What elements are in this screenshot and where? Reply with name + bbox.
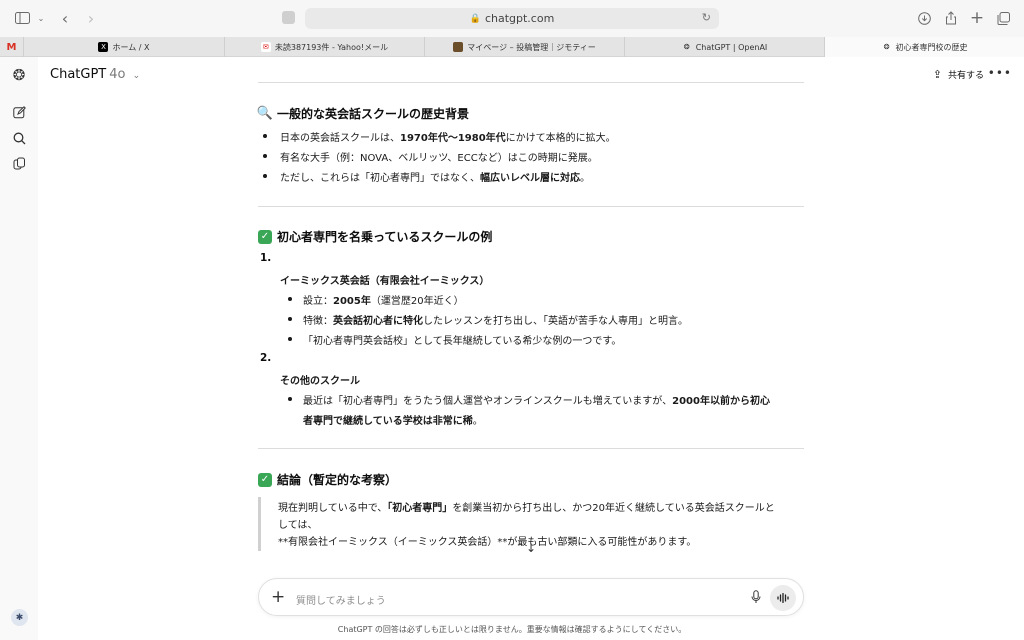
library-icon[interactable]	[10, 154, 28, 172]
openai-logo-icon[interactable]: ❂	[10, 66, 28, 84]
list-item: 設立：2005年（運営歴20年近く）	[303, 296, 464, 307]
check-emoji-icon: ✓	[258, 229, 272, 244]
bullet-dot	[288, 397, 292, 401]
heading-text: 結論（暫定的な考察）	[277, 473, 398, 487]
heading-text: 初心者専門を名乗っているスクールの例	[277, 230, 493, 244]
tab-label: 初心者専門校の歴史	[895, 42, 968, 52]
tab-label: 未読387193件 - Yahoo!メール	[274, 42, 389, 52]
new-chat-icon[interactable]	[10, 103, 28, 121]
more-options-icon[interactable]: •••	[988, 66, 1012, 80]
model-name: ChatGPT	[50, 67, 107, 82]
scroll-down-arrow-icon[interactable]: ↓	[523, 541, 539, 557]
bullet-dot	[288, 337, 292, 341]
bullet-dot	[263, 154, 267, 158]
magnifier-emoji-icon: 🔍	[256, 106, 274, 121]
left-sidebar: ❂	[0, 57, 38, 640]
lock-icon: 🔒	[469, 13, 481, 24]
plus-icon[interactable]: +	[271, 587, 285, 607]
tab-bar: M X ホーム / X ✉ 未読387193件 - Yahoo!メール マイペー…	[0, 37, 1024, 57]
message-composer[interactable]: + 質問してみましょう	[258, 578, 804, 616]
share-button[interactable]: ⇪ 共有する	[933, 68, 984, 81]
list-number: 1.	[260, 252, 272, 264]
school-title: イーミックス英会話（有限会社イーミックス）	[280, 276, 490, 287]
tab-label: ChatGPT | OpenAI	[695, 42, 768, 52]
composer-placeholder[interactable]: 質問してみましょう	[296, 592, 386, 607]
list-item: 有名な大手（例：NOVA、ベルリッツ、ECCなど）はこの時期に発展。	[280, 153, 598, 164]
chevron-down-icon[interactable]: ⌄	[36, 9, 46, 27]
list-item-continuation: 者専門で継続している学校は非常に稀。	[303, 416, 483, 427]
openai-icon: ❂	[883, 43, 890, 51]
tab-yahoo-mail[interactable]: ✉ 未読387193件 - Yahoo!メール	[225, 37, 425, 57]
tab-gmail[interactable]: M	[0, 37, 24, 57]
heading-text: 一般的な英会話スクールの歴史背景	[277, 107, 470, 121]
disclaimer-text: ChatGPT の回答は必ずしも正しいとは限りません。重要な情報は確認するように…	[337, 625, 687, 634]
address-bar[interactable]: 🔒 chatgpt.com ↻	[305, 8, 719, 29]
bullet-dot	[263, 134, 267, 138]
list-item: 特徴：英会話初心者に特化したレッスンを打ち出し、「英語が苦手な人専用」と明言。	[303, 316, 688, 327]
reload-icon[interactable]: ↻	[702, 11, 711, 24]
x-icon: X	[98, 42, 109, 52]
browser-toolbar: ⌄ ‹ › 🔒 chatgpt.com ↻ +	[0, 0, 1024, 37]
list-item: 「初心者専門英会話校」として長年継続している希少な例の一つです。	[303, 336, 622, 347]
new-tab-icon[interactable]: +	[970, 8, 984, 28]
page-menu-icon[interactable]	[282, 11, 295, 24]
download-icon[interactable]	[917, 9, 931, 27]
back-icon[interactable]: ‹	[58, 9, 72, 28]
chat-header: ChatGPT 4o ⌄ ⇪ 共有する •••	[38, 57, 1024, 95]
section-heading: ✓ 結論（暫定的な考察）	[258, 471, 397, 488]
list-item: 最近は「初心者専門」をうたう個人運営やオンラインスクールも増えていますが、200…	[303, 396, 770, 407]
list-number: 2.	[260, 352, 272, 364]
model-selector[interactable]: ChatGPT 4o ⌄	[50, 67, 140, 82]
divider	[258, 82, 804, 83]
jmty-icon	[453, 42, 464, 52]
tab-label: ホーム / X	[112, 42, 150, 52]
bullet-dot	[263, 174, 267, 178]
share-label: 共有する	[947, 71, 984, 81]
list-item: 日本の英会話スクールは、1970年代〜1980年代にかけて本格的に拡大。	[280, 133, 616, 144]
list-item: ただし、これらは「初心者専門」ではなく、幅広いレベル層に対応。	[280, 173, 590, 184]
gmail-icon: M	[6, 41, 17, 53]
tab-active-conversation[interactable]: ❂ 初心者専門校の歴史	[825, 37, 1024, 57]
tab-overview-icon[interactable]	[996, 9, 1010, 27]
check-emoji-icon: ✓	[258, 472, 272, 487]
bullet-dot	[288, 317, 292, 321]
quote-line: **有限会社イーミックス（イーミックス英会話）**が最も古い部類に入る可能性があ…	[278, 537, 697, 548]
quote-line: しては、	[278, 520, 318, 531]
microphone-icon[interactable]	[751, 590, 761, 607]
school-title: その他のスクール	[280, 376, 360, 387]
section-heading: 🔍 一般的な英会話スクールの歴史背景	[256, 105, 470, 122]
share-sheet-icon[interactable]	[944, 9, 958, 27]
chevron-down-icon: ⌄	[132, 71, 141, 81]
openai-icon: ❂	[683, 43, 690, 51]
section-heading: ✓ 初心者専門を名乗っているスクールの例	[258, 228, 492, 245]
tab-x[interactable]: X ホーム / X	[24, 37, 225, 57]
quote-line: 現在判明している中で、「初心者専門」を創業当初から打ち出し、かつ20年近く継続し…	[278, 503, 775, 514]
tab-label: マイページ – 投稿管理｜ジモティー	[467, 42, 596, 52]
yahoo-mail-icon: ✉	[260, 42, 271, 52]
forward-icon[interactable]: ›	[84, 9, 98, 28]
search-icon[interactable]	[10, 129, 28, 147]
voice-mode-button[interactable]	[770, 585, 796, 611]
divider	[258, 448, 804, 449]
tab-chatgpt-openai[interactable]: ❂ ChatGPT | OpenAI	[625, 37, 825, 57]
sidebar-toggle-icon[interactable]	[14, 9, 30, 27]
tab-jmty[interactable]: マイページ – 投稿管理｜ジモティー	[425, 37, 625, 57]
url-text: chatgpt.com	[484, 12, 555, 25]
share-icon: ⇪	[932, 68, 942, 81]
bullet-dot	[288, 297, 292, 301]
waveform-icon	[777, 593, 789, 603]
divider	[258, 206, 804, 207]
model-version: 4o	[109, 67, 126, 82]
